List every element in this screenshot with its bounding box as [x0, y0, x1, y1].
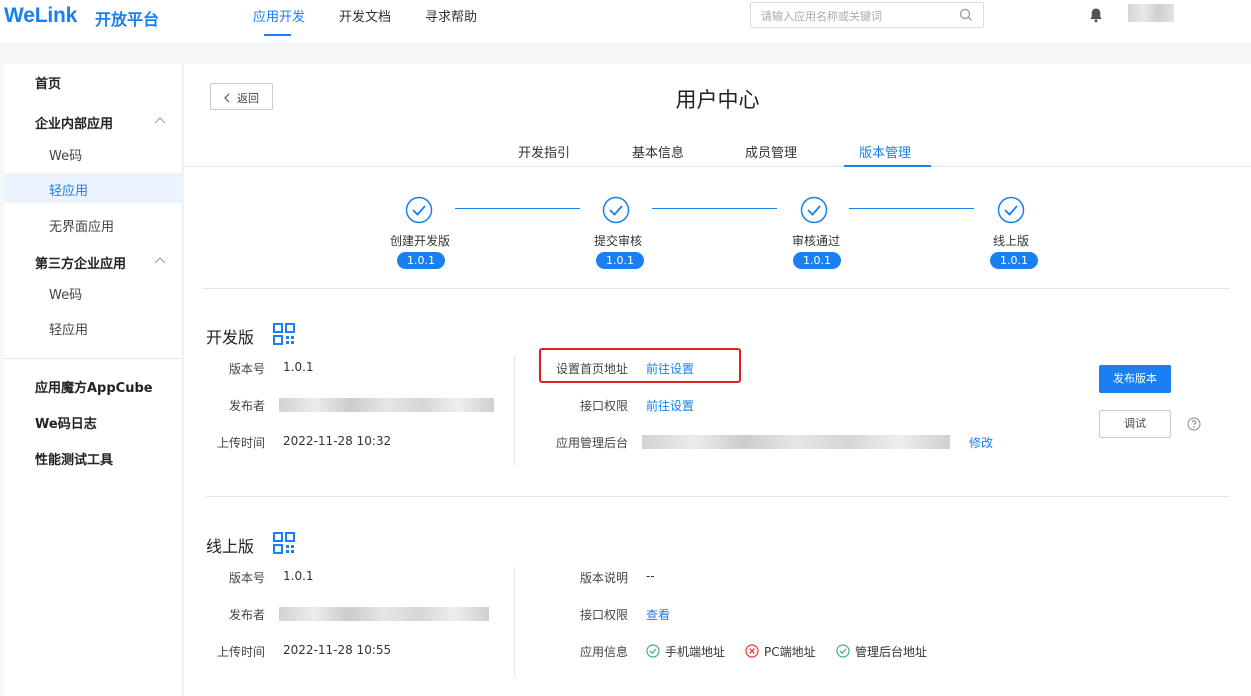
tab-versions[interactable]: 版本管理	[859, 142, 911, 161]
sidebar-group-third-party[interactable]: 第三方企业应用	[4, 246, 183, 276]
sidebar-item-wecode[interactable]: We码	[4, 138, 183, 168]
tab-members[interactable]: 成员管理	[745, 142, 797, 161]
dev-upload-label: 上传时间	[216, 436, 265, 450]
version-desc-label: 版本说明	[579, 571, 628, 585]
dev-upload-time: 2022-11-28 10:32	[283, 434, 392, 448]
search-input[interactable]: 请输入应用名称或关键词	[750, 2, 984, 28]
online-version-label: 版本号	[228, 571, 265, 585]
chevron-up-icon	[154, 117, 166, 124]
tab-active-indicator	[844, 165, 931, 167]
chevron-up-icon	[154, 257, 166, 264]
step-connector	[652, 208, 777, 209]
sidebar-item-wecode-log[interactable]: We码日志	[4, 406, 183, 436]
dev-perm-label: 接口权限	[579, 399, 628, 413]
check-circle-icon	[836, 644, 850, 658]
check-circle-icon	[646, 644, 660, 658]
search-icon[interactable]	[959, 8, 973, 22]
top-bar: WeLink 开放平台 应用开发 开发文档 寻求帮助 请输入应用名称或关键词	[0, 0, 1251, 42]
sidebar-item-perf-test[interactable]: 性能测试工具	[4, 442, 183, 472]
tab-basic-info[interactable]: 基本信息	[632, 142, 684, 161]
pc-address-status[interactable]: PC端地址	[764, 643, 816, 660]
tab-dev-guide[interactable]: 开发指引	[518, 142, 570, 161]
sidebar-item-light-app[interactable]: 轻应用	[4, 173, 183, 203]
step-label: 线上版	[993, 234, 1030, 248]
step-version-badge: 1.0.1	[397, 252, 445, 269]
bell-icon[interactable]	[1089, 7, 1103, 23]
step-version-badge: 1.0.1	[990, 252, 1038, 269]
step-connector	[849, 208, 974, 209]
debug-button[interactable]: 调试	[1099, 410, 1171, 438]
error-circle-icon	[745, 644, 759, 658]
step-label: 提交审核	[594, 234, 643, 248]
online-upload-time: 2022-11-28 10:55	[283, 643, 392, 657]
dev-version-title: 开发版	[206, 328, 255, 347]
sidebar: 首页 企业内部应用 We码 轻应用 无界面应用 第三方企业应用 We码 轻应用 …	[4, 64, 183, 696]
highlight-box	[539, 348, 741, 383]
online-perm-label: 接口权限	[579, 608, 628, 622]
tabs-divider	[184, 166, 1251, 167]
admin-url-redacted	[642, 435, 950, 449]
check-circle-icon	[997, 196, 1025, 224]
sidebar-group-internal-apps[interactable]: 企业内部应用	[4, 106, 183, 136]
app-info-label: 应用信息	[579, 645, 628, 659]
qr-code-icon[interactable]	[273, 323, 295, 345]
step-label: 审核通过	[792, 234, 841, 248]
nav-app-dev[interactable]: 应用开发	[253, 6, 305, 25]
avatar[interactable]	[1128, 4, 1174, 22]
publish-version-button[interactable]: 发布版本	[1099, 365, 1171, 393]
step-label: 创建开发版	[390, 234, 451, 248]
dev-version-value: 1.0.1	[283, 360, 314, 374]
logo-subtitle[interactable]: 开放平台	[95, 6, 159, 30]
divider	[206, 496, 1229, 497]
dev-version-label: 版本号	[228, 362, 265, 376]
nav-active-indicator	[264, 34, 291, 36]
sidebar-item-headless-app[interactable]: 无界面应用	[4, 209, 183, 239]
nav-help[interactable]: 寻求帮助	[425, 6, 477, 25]
step-version-badge: 1.0.1	[793, 252, 841, 269]
dev-perm-setup-link[interactable]: 前往设置	[646, 397, 694, 414]
nav-dev-docs[interactable]: 开发文档	[339, 6, 391, 25]
version-desc-value: --	[646, 569, 655, 583]
online-publisher-redacted	[279, 607, 489, 621]
help-icon[interactable]	[1187, 417, 1201, 431]
admin-edit-link[interactable]: 修改	[969, 434, 993, 451]
dev-publisher-redacted	[279, 398, 494, 412]
main-content: 返回 用户中心 开发指引 基本信息 成员管理 版本管理 创建开发版 提交审核 审…	[184, 64, 1251, 696]
divider	[514, 356, 515, 466]
online-upload-label: 上传时间	[216, 645, 265, 659]
page-title: 用户中心	[675, 88, 760, 112]
divider	[203, 288, 1230, 289]
sidebar-item-home[interactable]: 首页	[4, 66, 183, 96]
online-publisher-label: 发布者	[228, 608, 265, 622]
online-perm-view-link[interactable]: 查看	[646, 606, 670, 623]
admin-label: 应用管理后台	[555, 436, 628, 450]
sidebar-item-third-light-app[interactable]: 轻应用	[4, 312, 183, 342]
step-version-badge: 1.0.1	[596, 252, 644, 269]
step-connector	[455, 208, 580, 209]
logo[interactable]: WeLink	[4, 4, 77, 28]
admin-address-status[interactable]: 管理后台地址	[855, 643, 927, 660]
check-circle-icon	[602, 196, 630, 224]
qr-code-icon[interactable]	[273, 532, 295, 554]
sidebar-item-appcube[interactable]: 应用魔方AppCube	[4, 370, 183, 400]
sidebar-item-third-wecode[interactable]: We码	[4, 277, 183, 307]
dev-publisher-label: 发布者	[228, 399, 265, 413]
search-placeholder: 请输入应用名称或关键词	[761, 10, 882, 23]
online-version-title: 线上版	[206, 537, 255, 556]
sidebar-divider	[4, 358, 183, 359]
divider	[514, 567, 515, 677]
check-circle-icon	[405, 196, 433, 224]
check-circle-icon	[800, 196, 828, 224]
mobile-address-status[interactable]: 手机端地址	[665, 643, 725, 660]
online-version-value: 1.0.1	[283, 569, 314, 583]
